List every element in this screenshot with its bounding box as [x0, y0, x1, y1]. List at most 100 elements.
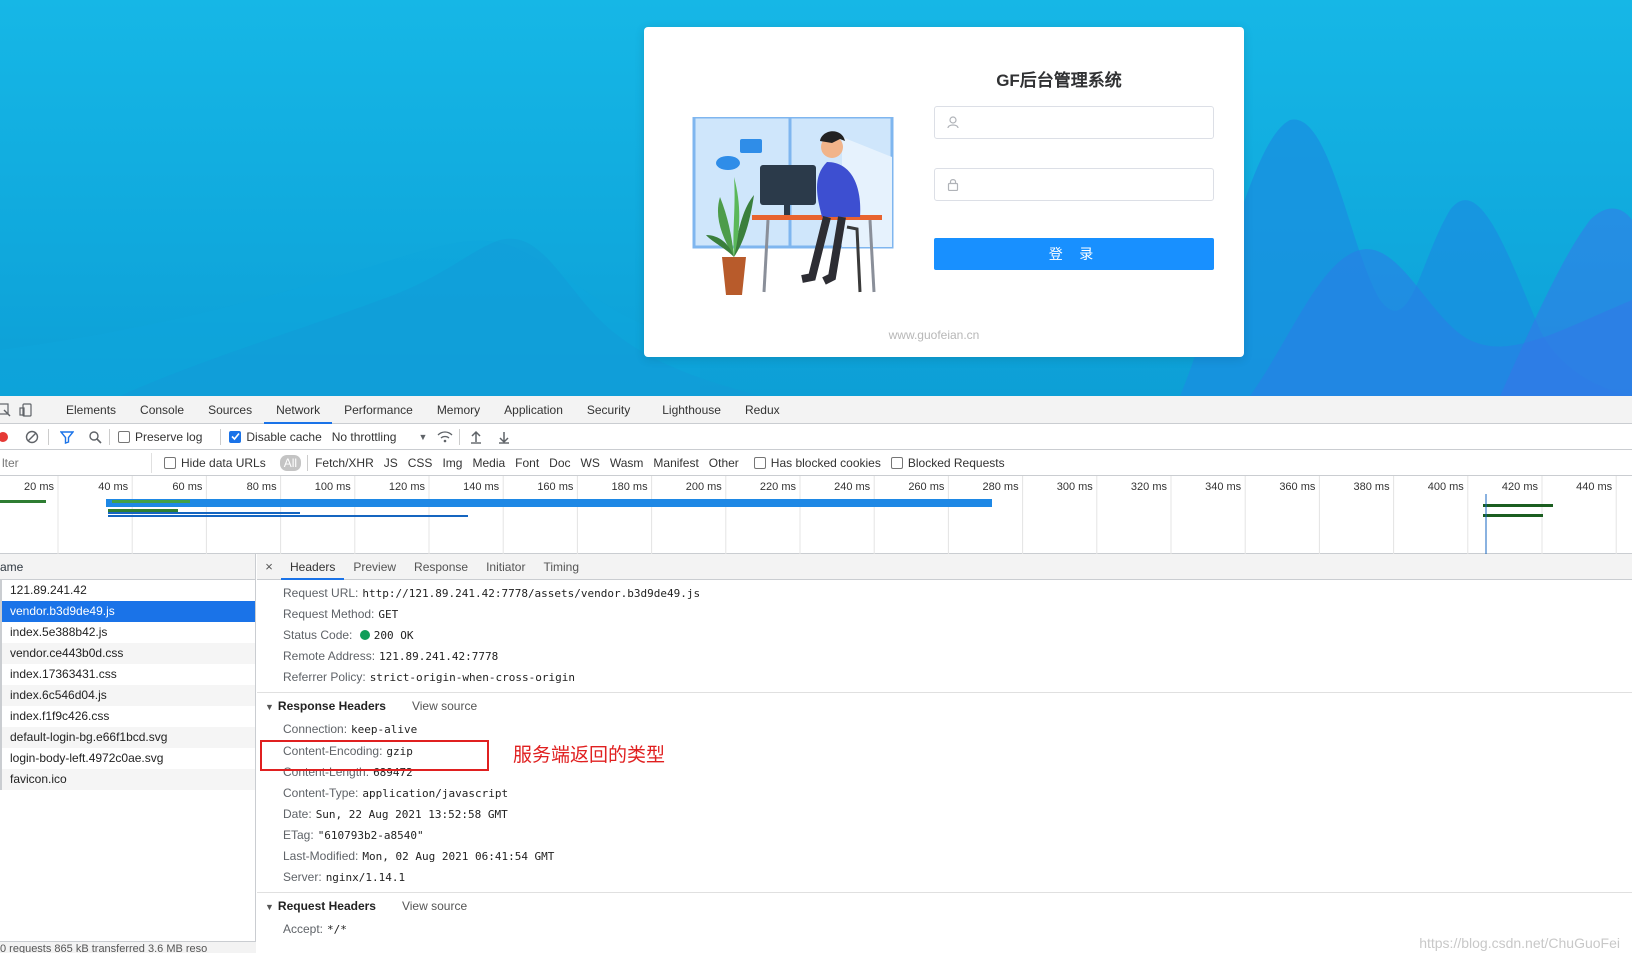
header-value: "610793b2-a8540" [317, 829, 424, 842]
tab-timing[interactable]: Timing [534, 554, 588, 580]
timeline-tick-label: 20 ms [24, 481, 54, 493]
section-title: Request Headers [277, 899, 376, 913]
disable-cache-checkbox[interactable]: Disable cache [229, 430, 322, 444]
triangle-down-icon: ▼ [265, 902, 274, 912]
filter-type-manifest[interactable]: Manifest [648, 456, 703, 470]
header-key: Accept: [283, 922, 324, 936]
request-row[interactable]: index.6c546d04.js [0, 685, 255, 706]
hide-data-urls-checkbox[interactable]: Hide data URLs [164, 456, 266, 470]
filter-type-fetch-xhr[interactable]: Fetch/XHR [310, 456, 379, 470]
request-row[interactable]: index.5e388b42.js [0, 622, 255, 643]
response-headers-section-title[interactable]: ▼ Response Headers View source [265, 699, 477, 713]
request-row[interactable]: favicon.ico [0, 769, 255, 790]
has-blocked-cookies-checkbox[interactable]: Has blocked cookies [753, 456, 881, 470]
tab-lighthouse[interactable]: Lighthouse [650, 396, 733, 424]
request-row-selected[interactable]: vendor.b3d9de49.js [0, 601, 255, 622]
timeline-tick-label: 400 ms [1428, 481, 1465, 493]
throttling-select[interactable]: No throttling ▼ [332, 430, 428, 444]
inspect-element-icon[interactable] [0, 402, 12, 418]
tab-sources[interactable]: Sources [196, 396, 264, 424]
view-source-link[interactable]: View source [412, 699, 477, 713]
blocked-requests-box[interactable] [890, 456, 903, 469]
filter-type-ws[interactable]: WS [576, 456, 605, 470]
tab-console[interactable]: Console [128, 396, 196, 424]
request-row[interactable]: index.f1f9c426.css [0, 706, 255, 727]
request-row[interactable]: login-body-left.4972c0ae.svg [0, 748, 255, 769]
import-har-icon[interactable] [468, 429, 484, 445]
preserve-log-box[interactable] [118, 430, 130, 443]
request-row[interactable]: index.17363431.css [0, 664, 255, 685]
close-icon[interactable]: × [257, 559, 281, 574]
header-key: Connection: [283, 722, 348, 736]
header-key: Referrer Policy: [283, 670, 366, 684]
tab-memory[interactable]: Memory [425, 396, 492, 424]
timeline-tick-label: 120 ms [389, 481, 426, 493]
network-conditions-icon[interactable] [437, 429, 453, 445]
site-watermark: www.guofeian.cn [888, 328, 980, 342]
tab-preview[interactable]: Preview [344, 554, 405, 580]
disable-cache-box[interactable] [229, 430, 242, 443]
hide-data-urls-box[interactable] [164, 456, 176, 469]
timeline-tick-label: 60 ms [172, 481, 202, 493]
record-icon[interactable] [0, 429, 12, 445]
export-har-icon[interactable] [496, 429, 512, 445]
password-field[interactable] [934, 168, 1214, 201]
header-key: Server: [283, 870, 322, 884]
tab-redux[interactable]: Redux [733, 396, 792, 424]
tab-response[interactable]: Response [405, 554, 477, 580]
tab-performance[interactable]: Performance [332, 396, 425, 424]
throttling-value: No throttling [331, 429, 397, 444]
tab-security[interactable]: Security [575, 396, 642, 424]
tab-headers[interactable]: Headers [281, 554, 345, 580]
filter-type-js[interactable]: JS [379, 456, 403, 470]
header-row-accept: Accept: */* [283, 922, 347, 936]
filter-type-font[interactable]: Font [510, 456, 544, 470]
request-row[interactable]: default-login-bg.e66f1bcd.svg [0, 727, 255, 748]
blocked-requests-checkbox[interactable]: Blocked Requests [890, 456, 1005, 470]
name-column-header[interactable]: ame [0, 554, 255, 580]
username-field[interactable] [934, 106, 1214, 139]
filter-type-img[interactable]: Img [437, 456, 467, 470]
has-blocked-cookies-box[interactable] [753, 456, 766, 469]
username-input[interactable] [967, 108, 1207, 137]
header-row-etag: ETag: "610793b2-a8540" [283, 828, 424, 842]
request-headers-section-title[interactable]: ▼ Request Headers View source [265, 899, 467, 913]
network-toolbar: Preserve log Disable cache No throttling… [0, 424, 1632, 450]
filter-type-media[interactable]: Media [467, 456, 510, 470]
view-source-link[interactable]: View source [402, 899, 467, 913]
request-list: ame 121.89.241.42 vendor.b3d9de49.js ind… [0, 554, 256, 953]
filter-type-other[interactable]: Other [704, 456, 744, 470]
header-value: Mon, 02 Aug 2021 06:41:54 GMT [362, 850, 555, 863]
password-input[interactable] [967, 170, 1207, 199]
timeline-bar [1483, 514, 1543, 517]
timeline-tick-label: 180 ms [612, 481, 649, 493]
request-row[interactable]: 121.89.241.42 [0, 580, 255, 601]
timeline-tick-label: 40 ms [98, 481, 128, 493]
filter-type-wasm[interactable]: Wasm [605, 456, 649, 470]
header-key: Content-Type: [283, 786, 359, 800]
device-toolbar-icon[interactable] [18, 402, 34, 418]
timeline-tick-label: 260 ms [908, 481, 945, 493]
status-ok-dot-icon [359, 630, 370, 640]
tab-initiator[interactable]: Initiator [477, 554, 534, 580]
clear-icon[interactable] [24, 429, 40, 445]
tab-elements[interactable]: Elements [54, 396, 128, 424]
timeline-tick-label: 240 ms [834, 481, 871, 493]
preserve-log-label: Preserve log [135, 429, 203, 444]
preserve-log-checkbox[interactable]: Preserve log [118, 430, 202, 444]
timeline-tick-label: 340 ms [1205, 481, 1242, 493]
tab-network[interactable]: Network [264, 396, 333, 424]
login-button[interactable]: 登 录 [934, 238, 1214, 270]
header-row-connection: Connection: keep-alive [283, 722, 417, 736]
timeline-tick-label: 420 ms [1502, 481, 1539, 493]
timeline-bar [108, 509, 178, 512]
filter-type-all[interactable]: All [279, 454, 302, 471]
search-icon[interactable] [87, 429, 103, 445]
filter-icon[interactable] [59, 429, 75, 445]
filter-input[interactable] [0, 452, 152, 473]
filter-type-css[interactable]: CSS [403, 456, 438, 470]
tab-application[interactable]: Application [492, 396, 575, 424]
network-overview-timeline[interactable]: 20 ms 40 ms 60 ms 80 ms 100 ms 120 ms 140 ms 16… [0, 476, 1632, 554]
filter-type-doc[interactable]: Doc [544, 456, 575, 470]
request-row[interactable]: vendor.ce443b0d.css [0, 643, 255, 664]
